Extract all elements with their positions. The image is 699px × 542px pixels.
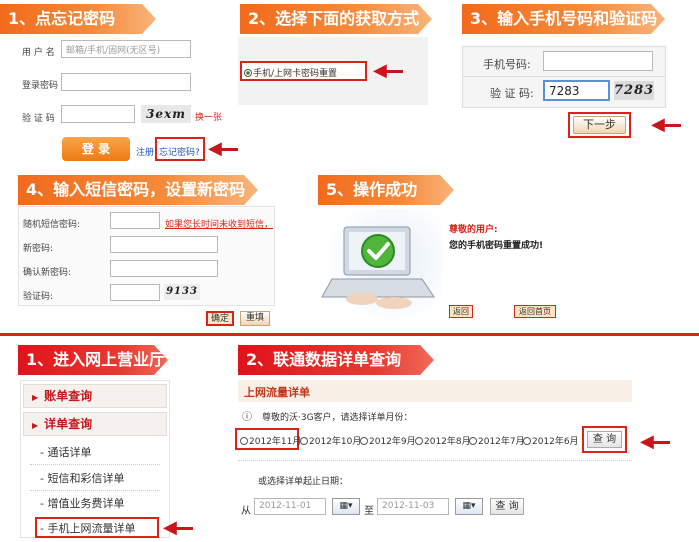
forgot-password-link[interactable]: 忘记密码? [159,145,200,158]
month-label: 2012年9月 [369,437,416,447]
menu-item-sms-label: 短信和彩信详单 [47,472,125,485]
date-from-input[interactable]: 2012-11-01 [254,498,326,515]
sectionB-banner1: 1、进入网上营业厅 [18,345,168,375]
step4-banner: 4、输入短信密码，设置新密码 [18,175,258,205]
confirm-password-input[interactable] [110,260,218,277]
menu-item-call-label: 通话详单 [47,446,92,459]
captcha-image: 3exm [141,105,191,123]
pointer-arrow-icon: ◀ [373,62,403,80]
calendar-from-icon[interactable]: ▦▾ [332,498,360,515]
divider [30,490,160,491]
step4-captcha-label: 验证码: [23,292,54,302]
phone-input[interactable] [543,51,653,71]
pointer-arrow-icon: ◀ [640,433,670,451]
success-greeting: 尊敬的用户: [449,225,498,235]
step2-banner: 2、选择下面的获取方式 [240,4,432,34]
password-label: 登录密码 [22,81,59,91]
month-label: 2012年8月 [424,437,471,447]
menu-item-data-usage[interactable]: - 手机上网流量详单 [40,520,135,536]
step3-captcha-image: 7283 [614,81,655,100]
range-tip: 或选择详单起止日期： [258,477,349,487]
month-label: 2012年7月 [478,437,525,447]
sms-label: 随机短信密码: [23,220,81,230]
step5-banner: 5、操作成功 [318,175,454,205]
step1-banner: 1、点忘记密码 [0,4,156,34]
to-label: 至 [364,506,374,517]
password-input[interactable] [61,73,191,91]
step4-captcha-input[interactable] [110,284,160,301]
calendar-to-icon[interactable]: ▦▾ [455,498,483,515]
check-icon [361,234,395,268]
pointer-arrow-icon: ◀ [651,116,681,134]
success-message: 您的手机密码重置成功! [449,241,544,251]
username-label: 用 户 名 [22,48,55,58]
month-label: 2012年10月 [309,437,362,447]
date-to-input[interactable]: 2012-11-03 [377,498,449,515]
new-password-input[interactable] [110,236,218,253]
step4-captcha-image: 9133 [164,284,200,300]
pointer-arrow-icon: ◀ [163,519,193,537]
menu-account-query[interactable]: 账单查询 [23,384,167,408]
sms-resend-link[interactable]: 如果您长时间未收到短信， [165,217,273,230]
refresh-captcha-link[interactable]: 换一张 [195,110,222,123]
new-password-label: 新密码: [23,244,54,254]
month-radio-2012-9[interactable]: 2012年9月 [360,434,416,447]
detail-title: 上网流量详单 [244,386,310,399]
divider [463,76,665,77]
phone-label: 手机号码: [483,58,531,71]
captcha-label: 验 证 码 [22,114,55,124]
reset-option-label: 手机/上网卡密码重置 [253,69,338,79]
reset-option-radio[interactable]: 手机/上网卡密码重置 [244,66,337,79]
sms-input[interactable] [110,212,160,229]
detail-tip: 尊敬的沃·3G客户，请选择详单月份： [262,413,413,423]
section-divider [0,333,699,336]
month-radio-2012-6[interactable]: 2012年6月 [523,434,579,447]
divider [30,464,160,465]
from-label: 从 [241,506,251,517]
menu-item-data-usage-label: 手机上网流量详单 [47,522,136,535]
month-label: 2012年11月 [249,437,302,447]
pointer-arrow-icon: ◀ [208,140,238,158]
month-radio-2012-7[interactable]: 2012年7月 [469,434,525,447]
back-home-button[interactable]: 返回首页 [514,305,556,318]
month-label: 2012年6月 [532,437,579,447]
captcha-input[interactable] [61,105,135,123]
divider [238,460,632,461]
menu-item-value-added-label: 增值业务费详单 [47,497,125,510]
sectionB-banner2: 2、联通数据详单查询 [238,345,434,375]
back-button[interactable]: 返回 [449,305,473,318]
menu-item-call[interactable]: - 通话详单 [40,444,91,460]
query-button[interactable]: 查 询 [587,431,622,448]
confirm-button[interactable]: 确定 [206,311,234,326]
step3-banner: 3、输入手机号码和验证码 [462,4,665,34]
login-button[interactable]: 登 录 [62,137,130,161]
menu-item-sms[interactable]: - 短信和彩信详单 [40,470,124,486]
menu-detail-query[interactable]: 详单查询 [23,412,167,436]
month-radio-2012-8[interactable]: 2012年8月 [415,434,471,447]
username-input[interactable]: 邮箱/手机/固网(无区号) [61,40,191,58]
step3-captcha-label: 验 证 码: [490,87,534,100]
refill-button[interactable]: 重填 [240,311,270,326]
menu-item-value-added[interactable]: - 增值业务费详单 [40,495,124,511]
month-radio-2012-10[interactable]: 2012年10月 [300,434,361,447]
register-link[interactable]: 注册 [136,145,154,158]
step3-captcha-input[interactable]: 7283 [543,80,610,101]
confirm-password-label: 确认新密码: [23,268,72,278]
success-illustration [318,209,442,321]
month-radio-2012-11[interactable]: 2012年11月 [240,434,301,447]
range-query-button[interactable]: 查 询 [490,498,524,515]
next-button[interactable]: 下一步 [573,116,626,134]
info-icon: ⓘ [242,412,252,423]
